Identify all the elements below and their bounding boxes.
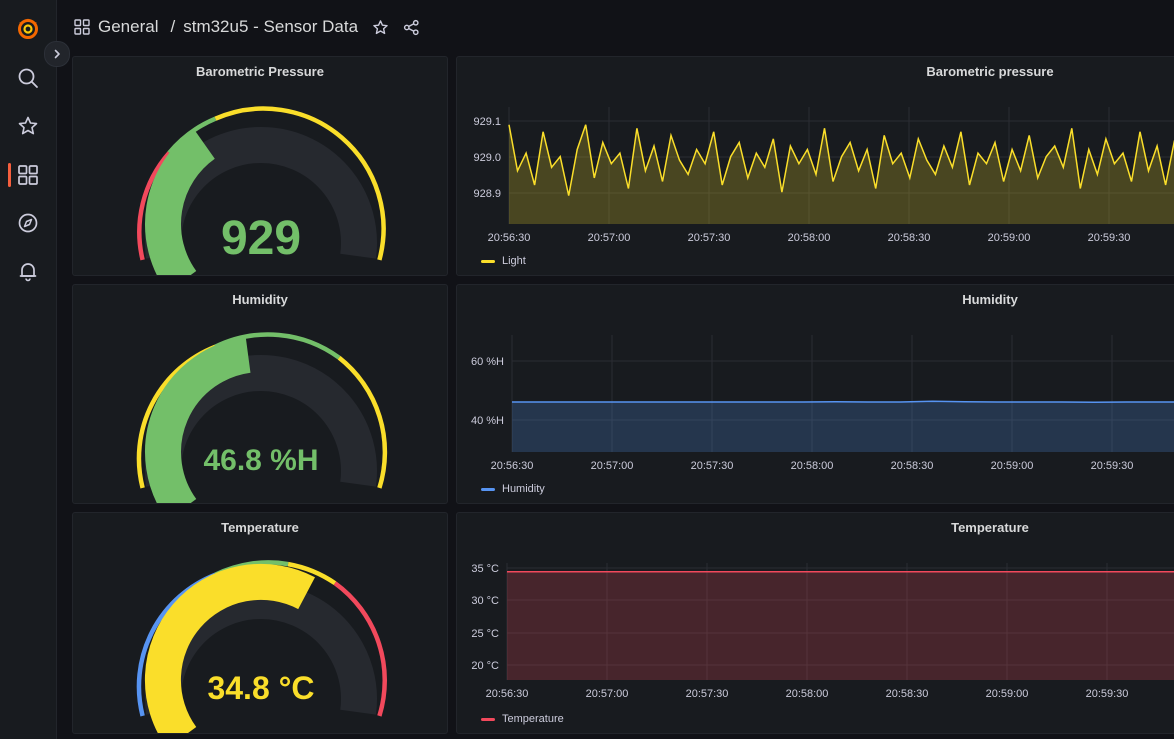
dashboard-title[interactable]: stm32u5 - Sensor Data [183,17,358,37]
y-tick-label: 40 %H [471,415,504,427]
series-area [507,571,1174,680]
x-tick-label: 20:56:30 [488,232,531,244]
pressure-chart-panel[interactable]: Barometric pressure 20:56:30 20:57:00 20:5… [456,56,1174,276]
chart-legend[interactable]: Temperature [481,713,564,725]
x-tick-label: 20:58:30 [891,460,934,472]
y-tick-label: 20 °C [471,660,499,672]
chart-legend[interactable]: Humidity [481,483,545,495]
chart-legend[interactable]: Light [481,255,526,267]
explore-button[interactable] [0,203,56,243]
x-tick-label: 20:58:30 [886,688,929,700]
breadcrumb: General / stm32u5 - Sensor Data [74,15,420,39]
x-tick-label: 20:57:00 [588,232,631,244]
x-tick-label: 20:57:00 [591,460,634,472]
pressure-gauge: 929 [137,106,386,275]
y-tick-label: 60 %H [471,356,504,368]
humidity-chart-panel[interactable]: Humidity 20:56:30 20:57:00 20:57:30 20:58:0… [456,284,1174,504]
humidity-gauge: 46.8 %H [136,332,388,503]
y-tick-label: 929.1 [473,116,501,128]
dashboards-icon [18,165,38,185]
legend-label: Light [502,255,526,267]
x-tick-label: 20:59:30 [1088,232,1131,244]
x-tick-label: 20:57:30 [686,688,729,700]
y-tick-label: 30 °C [471,595,499,607]
x-tick-label: 20:59:00 [986,688,1029,700]
gauge-value: 46.8 %H [203,444,318,477]
gauge-value: 929 [221,212,301,265]
temperature-gauge-panel[interactable]: Temperature 34.8 °C [72,512,448,734]
x-tick-label: 20:57:30 [688,232,731,244]
gauge-value: 34.8 °C [207,670,314,706]
y-tick-label: 35 °C [471,563,499,575]
temperature-chart: 20:56:30 20:57:00 20:57:30 20:58:00 20:58:30… [471,563,1174,700]
y-tick-label: 928.9 [473,188,501,200]
share-icon [403,19,419,35]
star-icon [373,19,388,34]
legend-swatch [481,717,495,721]
share-button[interactable] [403,19,420,36]
dashboard-grid-icon [74,19,90,35]
temperature-gauge: 34.8 °C [136,560,387,733]
explore-icon [18,213,38,233]
humidity-gauge-panel[interactable]: Humidity 46.8 %H [72,284,448,504]
starred-icon [18,116,38,135]
x-tick-label: 20:59:30 [1091,460,1134,472]
y-tick-label: 25 °C [471,628,499,640]
legend-swatch [481,259,495,263]
x-tick-label: 20:57:30 [691,460,734,472]
starred-button[interactable] [0,106,56,146]
x-tick-label: 20:58:30 [888,232,931,244]
x-tick-label: 20:59:30 [1086,688,1129,700]
top-bar: General / stm32u5 - Sensor Data [56,0,1174,54]
pressure-gauge-panel[interactable]: Barometric Pressure 929 [72,56,448,276]
alerting-icon [19,263,37,282]
x-tick-label: 20:56:30 [491,460,534,472]
x-tick-label: 20:58:00 [788,232,831,244]
x-tick-label: 20:57:00 [586,688,629,700]
pressure-chart: 20:56:30 20:57:00 20:57:30 20:58:00 20:58:30… [473,107,1174,244]
x-tick-label: 20:56:30 [486,688,529,700]
temperature-chart-panel[interactable]: Temperature 20:56:30 20:57:00 20:57:30 20:5… [456,512,1174,734]
breadcrumb-separator: / [170,17,176,36]
series-area [512,401,1174,452]
star-button[interactable] [372,19,389,36]
grafana-logo-button[interactable] [0,8,56,48]
legend-swatch [481,487,495,491]
chevron-right-icon [54,49,60,59]
series-line [512,400,1174,404]
alerting-button[interactable] [0,251,56,291]
y-tick-label: 929.0 [473,152,501,164]
breadcrumb-folder[interactable]: General [98,17,158,37]
x-tick-label: 20:59:00 [988,232,1031,244]
x-tick-label: 20:58:00 [791,460,834,472]
sidebar [0,0,57,739]
grafana-logo-icon [18,18,38,39]
legend-label: Humidity [502,483,545,495]
legend-label: Temperature [502,713,564,725]
dashboards-button[interactable] [0,155,56,195]
search-icon [18,68,38,88]
x-tick-label: 20:59:00 [991,460,1034,472]
x-tick-label: 20:58:00 [786,688,829,700]
expand-sidebar-button[interactable] [44,41,70,67]
humidity-chart: 20:56:30 20:57:00 20:57:30 20:58:00 20:58:30… [471,335,1174,472]
